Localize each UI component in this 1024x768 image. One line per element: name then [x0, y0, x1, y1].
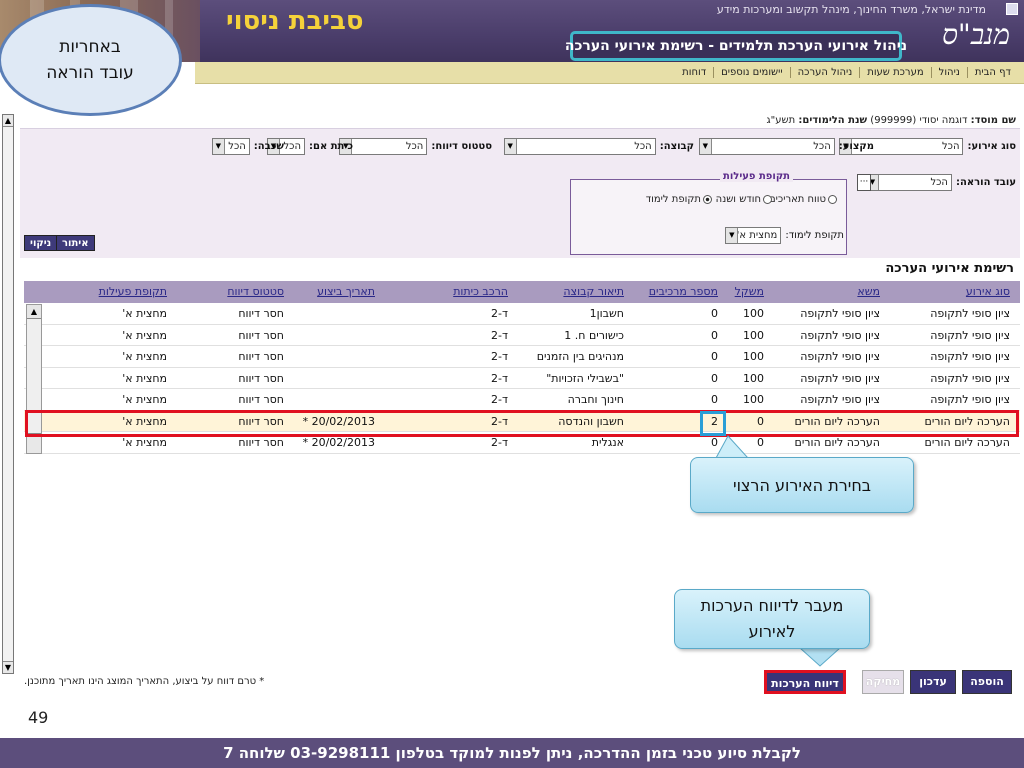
delete-button[interactable]: מחיקה — [862, 670, 904, 694]
callout-choose-event: בחירת האירוע הרצוי — [690, 457, 914, 513]
callout-go-to-report: מעבר לדיווח הערכות לאירוע — [674, 589, 870, 649]
go-to-report-pointer — [798, 647, 842, 667]
add-button[interactable]: הוספה — [962, 670, 1012, 694]
callout-pointers — [715, 435, 842, 667]
planned-date-note: * טרם דווח על ביצוע, התאריך המוצג הינו ת… — [24, 676, 265, 687]
choose-event-pointer — [715, 435, 750, 459]
page-number: 49 — [28, 708, 49, 727]
report-assessments-button[interactable]: דיווח הערכות — [764, 670, 846, 694]
slide: סביבת ניסוי מדינת ישראל, משרד החינוך, מי… — [0, 0, 1024, 768]
update-button[interactable]: עדכון — [910, 670, 956, 694]
responsibility-oval: באחריות עובד הוראה — [0, 4, 182, 116]
support-bar: לקבלת סיוע טכני בזמן ההדרכה, ניתן לפנות … — [0, 738, 1024, 768]
